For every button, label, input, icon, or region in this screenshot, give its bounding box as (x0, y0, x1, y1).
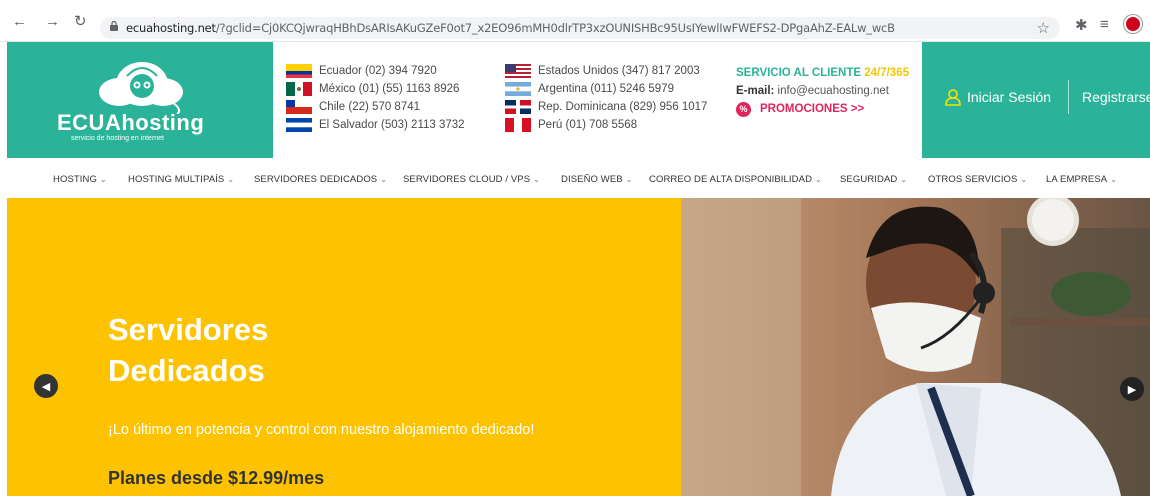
chevron-down-icon: ⌄ (380, 175, 388, 184)
contact-text: El Salvador (503) 2113 3732 (319, 119, 465, 131)
nav-correo[interactable]: CORREO DE ALTA DISPONIBILIDAD ⌄ (649, 174, 822, 185)
nav-hosting-multipais[interactable]: HOSTING MULTIPAÍS ⌄ (128, 174, 234, 185)
logo-text: ECUAhosting (57, 110, 205, 135)
contact-row: Rep. Dominicana (829) 956 1017 (505, 98, 707, 116)
contact-row: Argentina (011) 5246 5979 (505, 80, 707, 98)
contact-row: Ecuador (02) 394 7920 (286, 62, 465, 80)
usa-flag-icon (505, 64, 531, 78)
contact-text: Chile (22) 570 8741 (319, 101, 421, 113)
contact-text: Perú (01) 708 5568 (538, 119, 638, 131)
percent-icon: % (736, 101, 751, 117)
logo[interactable]: ECUAhosting servicio de hosting en inter… (7, 42, 273, 158)
login-link[interactable]: Iniciar Sesión (944, 88, 1051, 106)
contact-row: México (01) (55) 1163 8926 (286, 80, 465, 98)
main-nav: HOSTING ⌄ HOSTING MULTIPAÍS ⌄ SERVIDORES D… (0, 166, 1150, 198)
nav-servidores-dedicados[interactable]: SERVIDORES DEDICADOS ⌄ (254, 174, 387, 185)
argentina-flag-icon (505, 82, 531, 96)
service-title: SERVICIO AL CLIENTE 24/7/365 (736, 67, 909, 79)
dominican-flag-icon (505, 100, 531, 114)
contact-text: Argentina (011) 5246 5979 (538, 83, 674, 95)
auth-box: Iniciar Sesión Registrarse (922, 42, 1150, 158)
ecuador-flag-icon (286, 64, 312, 78)
phone-list-left: Ecuador (02) 394 7920 México (01) (55) 1… (286, 62, 465, 134)
contact-text: México (01) (55) 1163 8926 (319, 83, 460, 95)
url-text: ecuahosting.net/?gclid=Cj0KCQjwraqHBhDsA… (126, 21, 895, 35)
carousel-prev-button[interactable]: ◀ (34, 374, 58, 398)
nav-la-empresa[interactable]: LA EMPRESA ⌄ (1046, 174, 1117, 185)
back-icon[interactable]: ← (12, 14, 27, 29)
reading-list-icon[interactable]: ≡ (1100, 16, 1109, 33)
register-link[interactable]: Registrarse (1082, 89, 1150, 105)
contact-text: Ecuador (02) 394 7920 (319, 65, 437, 77)
chevron-down-icon: ⌄ (533, 175, 540, 184)
chile-flag-icon (286, 100, 312, 114)
chevron-down-icon: ⌄ (227, 175, 235, 184)
contact-row: El Salvador (503) 2113 3732 (286, 116, 465, 134)
chevron-down-icon: ⌄ (99, 175, 107, 184)
lock-icon (110, 21, 118, 31)
contact-text: Rep. Dominicana (829) 956 1017 (538, 101, 708, 113)
contact-row: Estados Unidos (347) 817 2003 (505, 62, 707, 80)
support-agent-image (681, 198, 1150, 496)
hero-title: Servidores Dedicados (108, 312, 269, 388)
reload-icon[interactable]: ↻ (74, 14, 87, 29)
peru-flag-icon (505, 118, 531, 132)
carousel-next-button[interactable]: ▶ (1120, 377, 1144, 401)
bookmark-star-icon[interactable]: ☆ (1037, 19, 1050, 37)
service-email[interactable]: E-mail: info@ecuahosting.net (736, 82, 909, 100)
auth-divider (1068, 80, 1069, 114)
logo-cloud-icon (99, 62, 183, 114)
forward-icon[interactable]: → (45, 14, 60, 29)
nav-hosting[interactable]: HOSTING ⌄ (53, 174, 107, 185)
customer-service-block: SERVICIO AL CLIENTE 24/7/365 E-mail: inf… (736, 64, 909, 118)
chevron-down-icon: ⌄ (1110, 175, 1118, 184)
browser-toolbar: ← → ↻ ecuahosting.net/?gclid=Cj0KCQjwraq… (0, 0, 1150, 42)
contact-row: Perú (01) 708 5568 (505, 116, 707, 134)
contact-row: Chile (22) 570 8741 (286, 98, 465, 116)
nav-diseno-web[interactable]: DISEÑO WEB ⌄ (561, 174, 633, 185)
nav-servidores-cloud[interactable]: SERVIDORES CLOUD / VPS ⌄ (403, 174, 540, 185)
nav-otros-servicios[interactable]: OTROS SERVICIOS ⌄ (928, 174, 1027, 185)
profile-avatar[interactable] (1124, 15, 1142, 33)
hero-slide: Servidores Dedicados ¡Lo último en poten… (7, 198, 681, 496)
mexico-flag-icon (286, 82, 312, 96)
logo-tagline: servicio de hosting en internet (71, 135, 164, 142)
nav-seguridad[interactable]: SEGURIDAD ⌄ (840, 174, 907, 185)
hero-subtitle: ¡Lo último en potencia y control con nue… (108, 422, 535, 438)
puzzle-extension-icon[interactable]: ✱ (1075, 16, 1088, 34)
contact-text: Estados Unidos (347) 817 2003 (538, 65, 700, 77)
promotions-link[interactable]: % PROMOCIONES >> (736, 100, 909, 118)
el-salvador-flag-icon (286, 118, 312, 132)
address-bar[interactable]: ecuahosting.net/?gclid=Cj0KCQjwraqHBhDsA… (100, 17, 1060, 39)
chevron-down-icon: ⌄ (625, 175, 633, 184)
phone-list-right: Estados Unidos (347) 817 2003 Argentina … (505, 62, 707, 134)
site-header: ECUAhosting servicio de hosting en inter… (0, 42, 1150, 158)
hero-photo (681, 198, 1150, 496)
hero-price: Planes desde $12.99/mes (108, 468, 325, 488)
chevron-down-icon: ⌄ (815, 175, 822, 184)
chevron-down-icon: ⌄ (1020, 175, 1028, 184)
chevron-down-icon: ⌄ (900, 175, 908, 184)
user-icon (945, 89, 961, 106)
